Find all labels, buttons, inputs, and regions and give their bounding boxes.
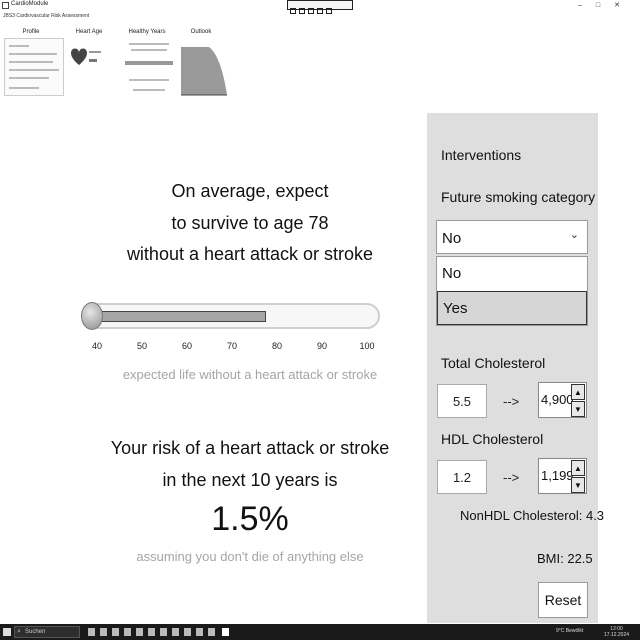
risk-caption: assuming you don't die of anything else xyxy=(136,549,364,564)
total-chol-current: 5.5 xyxy=(437,384,487,418)
taskbar-search[interactable]: ⌕ Suchen xyxy=(14,626,80,638)
survival-gauge-fill xyxy=(98,311,266,322)
decrement-arrow-icon[interactable]: ▼ xyxy=(571,401,585,417)
outlook-thumbnail[interactable] xyxy=(178,38,228,96)
capture-toolbar xyxy=(287,0,353,14)
smoking-dropdown-list: No Yes xyxy=(436,256,588,326)
taskbar-app-icon[interactable] xyxy=(112,628,119,636)
weather-tray[interactable]: 9°C Bewölkt xyxy=(556,628,583,634)
survival-line-1: On average, expect xyxy=(171,181,329,201)
close-icon[interactable]: ✕ xyxy=(614,2,634,9)
gauge-tick: 50 xyxy=(136,341,147,351)
hdl-current: 1.2 xyxy=(437,460,487,494)
gauge-tick: 70 xyxy=(226,341,237,351)
gauge-tick: 90 xyxy=(316,341,327,351)
total-chol-target-stepper[interactable]: 4,900 ▲ ▼ xyxy=(538,382,587,418)
tab-profile[interactable]: Profile xyxy=(10,29,52,35)
risk-line-1: Your risk of a heart attack or stroke xyxy=(110,438,390,458)
bmi-value: BMI: 22.5 xyxy=(537,551,593,566)
app-icon xyxy=(2,2,9,9)
app-subtitle: JBS3 Cardiovascular Risk Assessment xyxy=(3,13,90,19)
chevron-down-icon: ⌄ xyxy=(569,229,579,241)
gauge-caption: expected life without a heart attack or … xyxy=(122,367,378,382)
gauge-tick: 80 xyxy=(271,341,282,351)
total-chol-label: Total Cholesterol xyxy=(441,355,546,371)
increment-arrow-icon[interactable]: ▲ xyxy=(571,460,585,476)
taskbar-active-app-icon[interactable] xyxy=(222,628,229,636)
nonhdl-cholesterol: NonHDL Cholesterol: 4.3 xyxy=(460,508,605,523)
tab-heart-age[interactable]: Heart Age xyxy=(74,29,104,35)
capture-full-icon[interactable] xyxy=(308,8,314,14)
profile-thumbnail[interactable] xyxy=(4,38,64,96)
minimize-icon[interactable]: – xyxy=(578,2,596,9)
total-chol-target[interactable]: 4,900 xyxy=(541,392,574,407)
outlook-curve-icon xyxy=(181,47,227,96)
heart-icon xyxy=(71,48,101,65)
window-title: CardioModule xyxy=(11,1,49,7)
taskbar-search-placeholder: Suchen xyxy=(25,629,46,635)
taskbar-app-icon[interactable] xyxy=(88,628,95,636)
taskbar-app-icon[interactable] xyxy=(100,628,107,636)
taskbar-app-icon[interactable] xyxy=(184,628,191,636)
smoking-option-yes[interactable]: Yes xyxy=(437,291,587,325)
gauge-knob-icon xyxy=(81,302,103,330)
window-controls: –□✕ xyxy=(578,1,634,9)
taskbar-app-icon[interactable] xyxy=(124,628,131,636)
hdl-target[interactable]: 1,199 xyxy=(541,468,574,483)
reset-button[interactable]: Reset xyxy=(538,582,588,618)
healthy-years-thumbnail[interactable] xyxy=(122,38,174,96)
taskbar-app-icon[interactable] xyxy=(148,628,155,636)
gauge-tick: 40 xyxy=(91,341,102,351)
hdl-label: HDL Cholesterol xyxy=(441,431,544,447)
gauge-tick: 60 xyxy=(181,341,192,351)
clock-date: 17.12.2024 xyxy=(604,632,630,638)
gauge-tick: 100 xyxy=(359,341,375,351)
taskbar: ⌕ Suchen 9°C Bewölkt 13:00 17.12.2024 xyxy=(0,624,640,640)
hdl-target-stepper[interactable]: 1,199 ▲ ▼ xyxy=(538,458,587,494)
taskbar-app-icon[interactable] xyxy=(160,628,167,636)
taskbar-app-icon[interactable] xyxy=(208,628,215,636)
survival-line-2: to survive to age 78 xyxy=(171,213,329,233)
capture-freeform-icon[interactable] xyxy=(317,8,323,14)
windows-start-icon[interactable] xyxy=(3,628,11,636)
taskbar-app-icon[interactable] xyxy=(196,628,203,636)
taskbar-app-icon[interactable] xyxy=(172,628,179,636)
hdl-arrow: --> xyxy=(503,470,520,485)
risk-value: 1.5% xyxy=(211,500,289,538)
capture-window-icon[interactable] xyxy=(299,8,305,14)
maximize-icon[interactable]: □ xyxy=(596,2,614,9)
panel-title: Interventions xyxy=(441,147,522,163)
increment-arrow-icon[interactable]: ▲ xyxy=(571,384,585,400)
smoking-option-no[interactable]: No xyxy=(437,257,587,291)
smoking-label: Future smoking category xyxy=(441,189,596,205)
tab-outlook[interactable]: Outlook xyxy=(186,29,216,35)
decrement-arrow-icon[interactable]: ▼ xyxy=(571,477,585,493)
capture-close-icon[interactable] xyxy=(326,8,332,14)
survival-gauge xyxy=(81,302,380,330)
tab-healthy-years[interactable]: Healthy Years xyxy=(128,29,166,35)
search-icon: ⌕ xyxy=(17,628,21,635)
capture-rect-icon[interactable] xyxy=(290,8,296,14)
total-chol-arrow: --> xyxy=(503,394,520,409)
taskbar-clock[interactable]: 13:00 17.12.2024 xyxy=(604,626,629,638)
heart-age-thumbnail[interactable] xyxy=(66,38,106,96)
survival-line-3: without a heart attack or stroke xyxy=(126,244,374,264)
risk-line-2: in the next 10 years is xyxy=(162,470,338,490)
smoking-select[interactable]: No ⌄ xyxy=(436,220,588,254)
smoking-select-value: No xyxy=(442,230,462,247)
taskbar-app-icon[interactable] xyxy=(136,628,143,636)
